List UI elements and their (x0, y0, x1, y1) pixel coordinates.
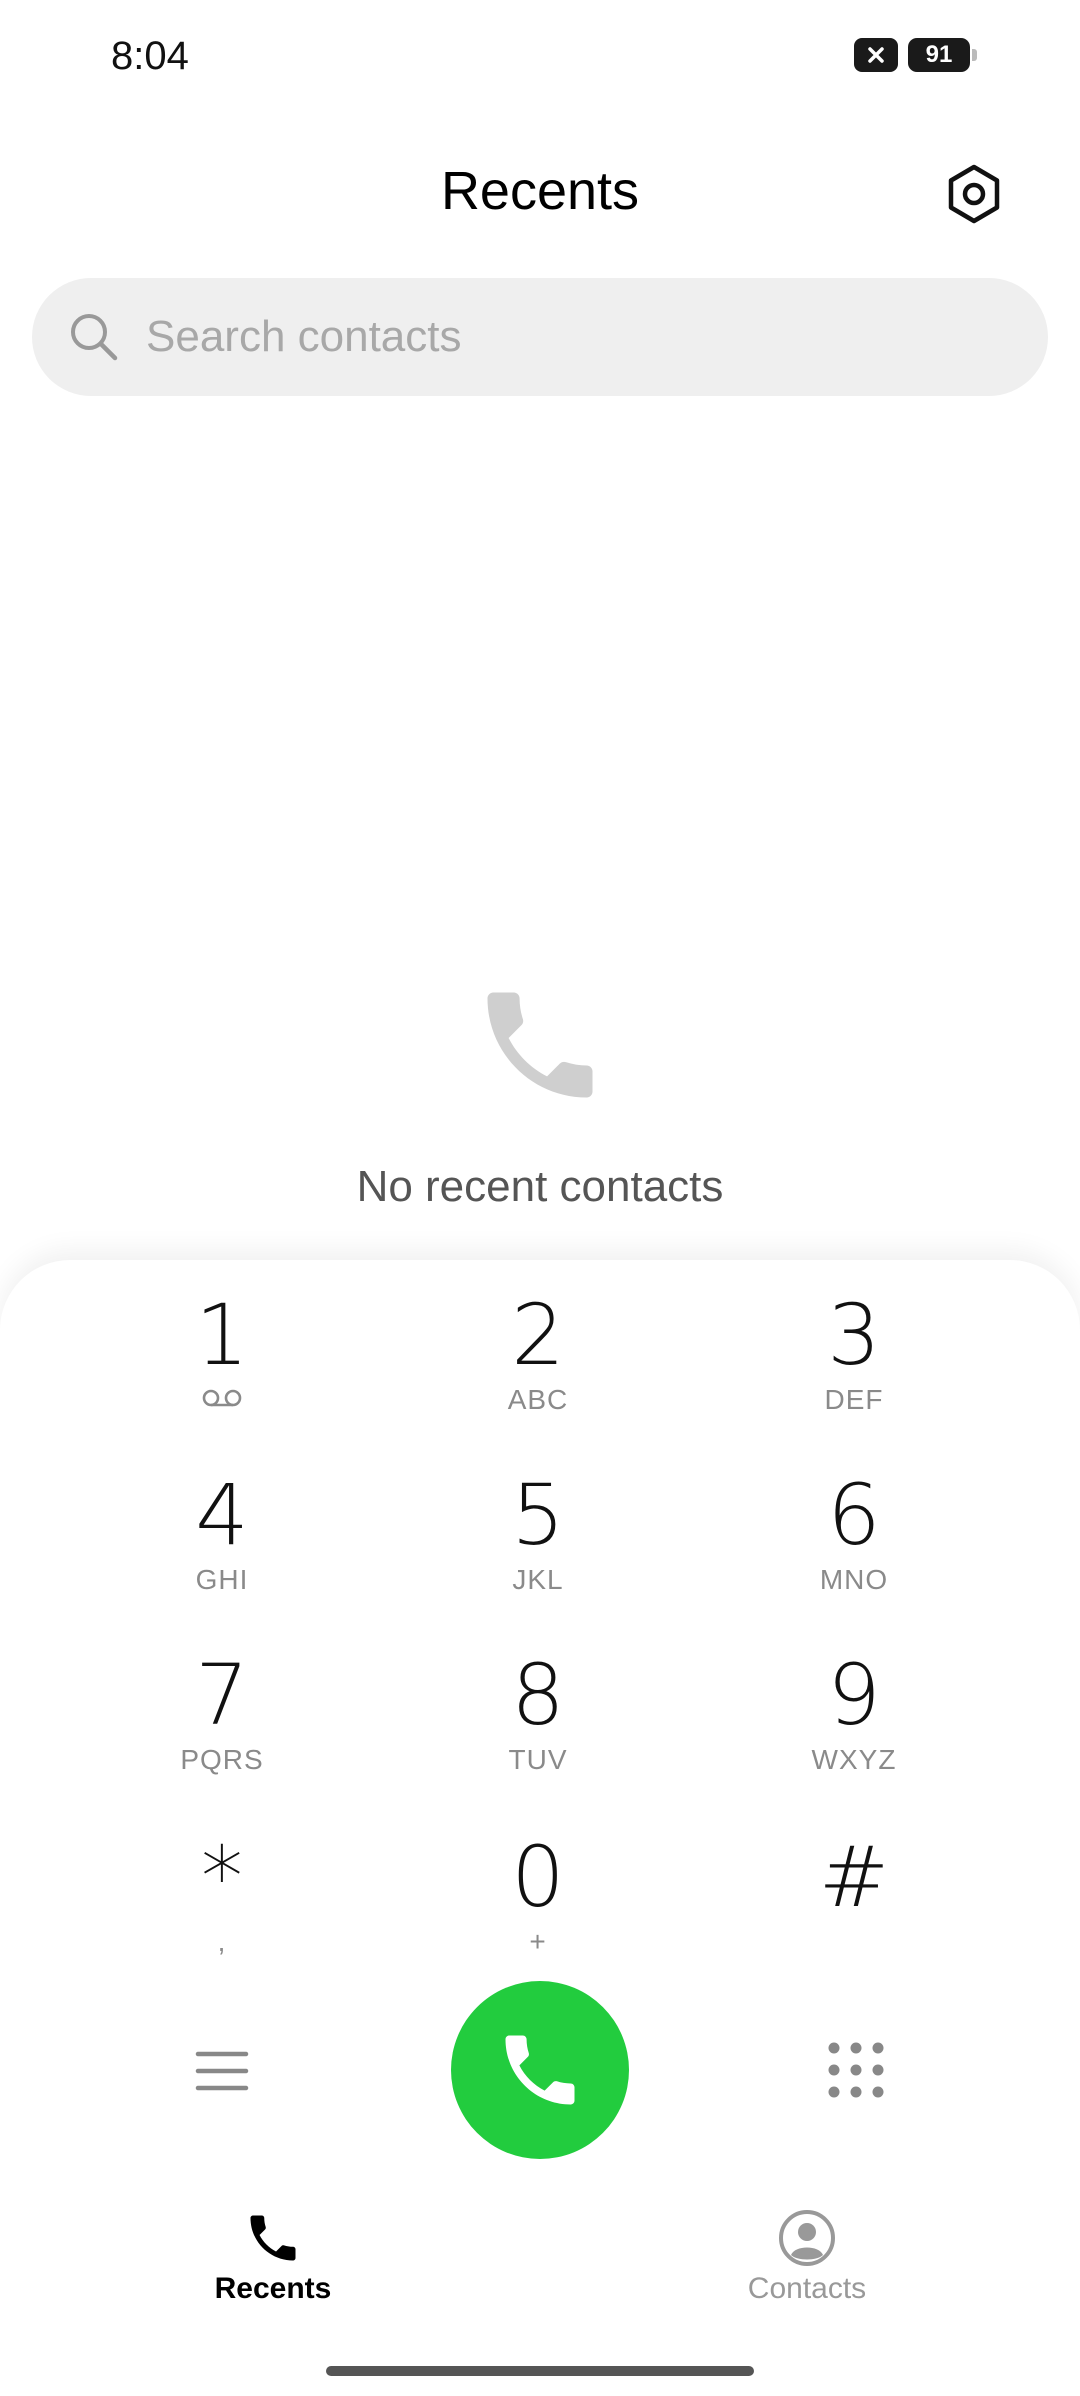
phone-icon (250, 2215, 296, 2261)
keypad-toggle-button[interactable] (826, 2040, 886, 2100)
key-digit: 6 (827, 1466, 881, 1564)
phone-icon (505, 2035, 575, 2105)
battery-icon: 91 (908, 38, 977, 72)
key-digit: 3 (827, 1286, 881, 1384)
search-icon (66, 309, 122, 365)
dialpad-key-5[interactable]: 5 JKL (428, 1470, 648, 1620)
key-letters: TUV (508, 1744, 568, 1775)
search-bar[interactable]: Search contacts (32, 278, 1048, 396)
key-letters: ABC (507, 1384, 569, 1415)
key-digit: * (201, 1828, 243, 1926)
nav-tab-recents[interactable]: Recents (163, 2200, 383, 2320)
dialpad-key-4[interactable]: 4 GHI (112, 1470, 332, 1620)
dialpad-key-1[interactable]: 1 (112, 1290, 332, 1440)
key-letters: MNO (819, 1564, 889, 1595)
nav-label-recents: Recents (214, 2272, 332, 2305)
search-input[interactable]: Search contacts (146, 312, 462, 362)
nav-label-contacts: Contacts (747, 2272, 867, 2305)
dialpad-key-6[interactable]: 6 MNO (744, 1470, 964, 1620)
key-letters: + (529, 1926, 547, 1957)
voicemail-icon (112, 1384, 332, 1416)
no-sim-icon (854, 38, 898, 72)
key-digit: 7 (195, 1646, 249, 1744)
phone-icon (470, 975, 610, 1115)
dialpad-key-9[interactable]: 9 WXYZ (744, 1650, 964, 1800)
key-digit: 9 (827, 1646, 881, 1744)
contact-person-icon (779, 2210, 835, 2266)
dialpad-key-star[interactable]: * , (112, 1832, 332, 1982)
settings-button[interactable] (940, 160, 1008, 228)
status-time: 8:04 (111, 34, 189, 78)
key-digit: # (818, 1828, 890, 1926)
call-button[interactable] (451, 1981, 629, 2159)
nav-tab-contacts[interactable]: Contacts (697, 2200, 917, 2320)
dialpad-key-8[interactable]: 8 TUV (428, 1650, 648, 1800)
dialpad-key-3[interactable]: 3 DEF (744, 1290, 964, 1440)
key-digit: 8 (511, 1646, 565, 1744)
status-icons: 91 (854, 38, 977, 72)
page-title: Recents (440, 161, 640, 221)
status-bar: 8:04 91 (0, 0, 1080, 120)
key-letters: JKL (512, 1564, 564, 1595)
key-letters: DEF (824, 1384, 884, 1415)
key-digit: 5 (511, 1466, 565, 1564)
key-digit: 0 (511, 1828, 565, 1926)
key-letters: PQRS (180, 1744, 264, 1775)
home-indicator[interactable] (326, 2366, 754, 2376)
key-letters: GHI (195, 1564, 249, 1595)
empty-state-message: No recent contacts (356, 1162, 724, 1211)
dialpad-key-2[interactable]: 2 ABC (428, 1290, 648, 1440)
key-letters: , (217, 1926, 227, 1957)
battery-level: 91 (925, 41, 953, 68)
dialpad-key-hash[interactable]: # (744, 1832, 964, 1982)
key-digit: 2 (511, 1286, 565, 1384)
dialpad-key-0[interactable]: 0 + (428, 1832, 648, 1982)
key-digit: 4 (195, 1466, 249, 1564)
settings-gear-icon (948, 164, 1000, 224)
menu-button[interactable] (192, 2046, 252, 2096)
key-digit: 1 (195, 1286, 249, 1384)
dialpad-key-7[interactable]: 7 PQRS (112, 1650, 332, 1800)
menu-icon (195, 2051, 249, 2091)
keypad-icon (828, 2042, 884, 2098)
key-letters: WXYZ (811, 1744, 897, 1775)
